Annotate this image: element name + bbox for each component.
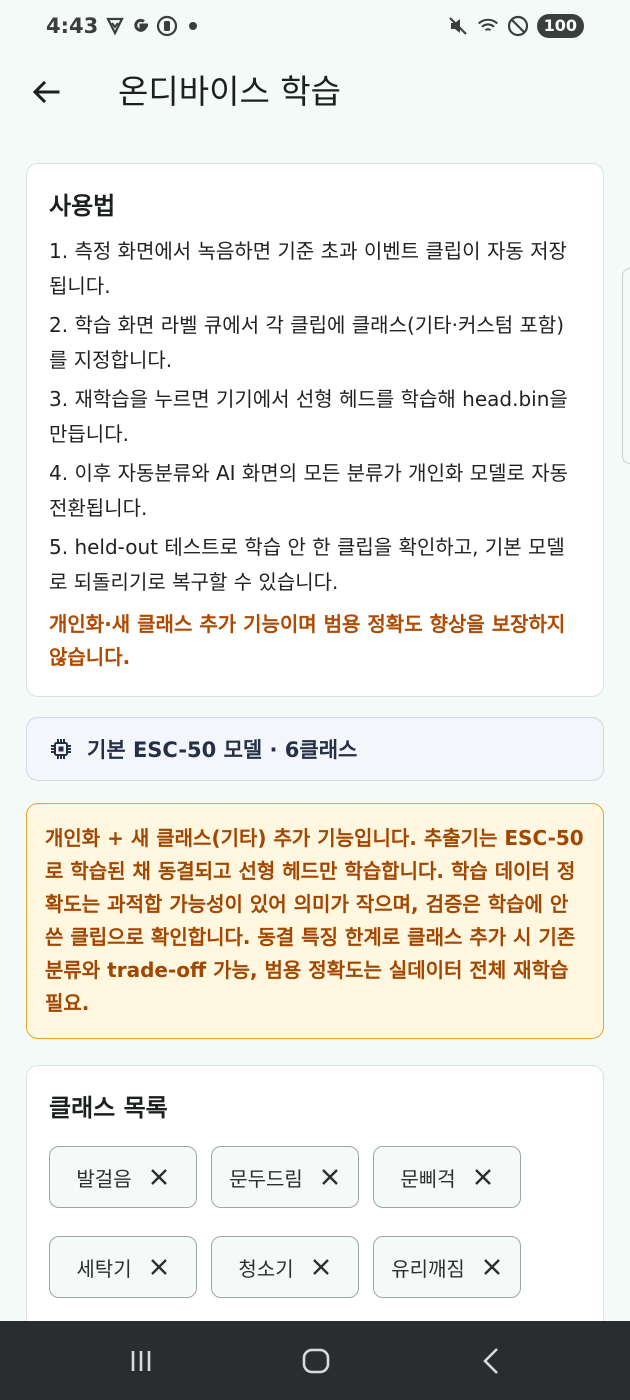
status-time: 4:43	[46, 14, 99, 38]
battery-level: 100	[536, 14, 584, 38]
usage-step-5: 5. held-out 테스트로 학습 안 한 클립을 확인하고, 기본 모델로…	[49, 535, 565, 594]
usage-step-2: 2. 학습 화면 라벨 큐에서 각 클립에 클래스(기타·커스텀 포함)를 지정…	[49, 313, 565, 372]
scrollbar[interactable]	[622, 268, 630, 464]
classes-card: 클래스 목록 발걸음 문두드림 문삐걱 세탁기 청소기 유리깨짐	[26, 1065, 604, 1329]
page-title: 온디바이스 학습	[118, 72, 342, 111]
class-chip-label: 유리깨짐	[391, 1256, 465, 1281]
class-chip[interactable]: 세탁기	[49, 1236, 197, 1298]
back-icon	[483, 1348, 498, 1374]
status-bar: 4:43 100	[0, 0, 630, 56]
class-chip-label: 발걸음	[76, 1166, 132, 1191]
badge-icon	[156, 14, 178, 38]
status-right-icons: 100	[447, 14, 584, 38]
home-icon	[302, 1348, 330, 1374]
recent-apps-button[interactable]	[121, 1341, 161, 1381]
close-icon[interactable]	[310, 1256, 332, 1278]
usage-title: 사용법	[49, 192, 116, 220]
close-icon[interactable]	[148, 1256, 170, 1278]
google-g-icon	[130, 14, 152, 38]
class-chip[interactable]: 문두드림	[211, 1146, 359, 1208]
close-icon[interactable]	[472, 1166, 494, 1188]
class-chip[interactable]: 발걸음	[49, 1146, 197, 1208]
navigation-bar	[0, 1321, 630, 1400]
usage-card: 사용법 1. 측정 화면에서 녹음하면 기준 초과 이벤트 클립이 자동 저장됩…	[26, 163, 604, 697]
close-icon[interactable]	[481, 1256, 503, 1278]
mute-icon	[447, 14, 469, 38]
usage-warning: 개인화·새 클래스 추가 기능이며 범용 정확도 향상을 보장하지 않습니다.	[49, 612, 566, 669]
back-button[interactable]	[24, 70, 68, 114]
do-not-disturb-icon	[507, 14, 529, 38]
chip-icon	[51, 739, 71, 759]
close-icon[interactable]	[319, 1166, 341, 1188]
class-chip[interactable]: 청소기	[211, 1236, 359, 1298]
class-chip-label: 청소기	[238, 1256, 294, 1281]
app-bar: 온디바이스 학습	[0, 56, 630, 128]
class-chip-label: 세탁기	[76, 1256, 132, 1281]
usage-step-3: 3. 재학습을 누르면 기기에서 선형 헤드를 학습해 head.bin을 만듭…	[49, 387, 568, 446]
class-chip[interactable]: 유리깨짐	[373, 1236, 521, 1298]
system-back-button[interactable]	[472, 1341, 512, 1381]
class-chip-list: 발걸음 문두드림 문삐걱 세탁기 청소기 유리깨짐	[49, 1146, 581, 1298]
model-info-card: 기본 ESC-50 모델 · 6클래스	[26, 717, 604, 781]
close-icon[interactable]	[148, 1166, 170, 1188]
wifi-icon	[477, 14, 499, 38]
notice-text: 개인화 + 새 클래스(기타) 추가 기능입니다. 추출기는 ESC-50로 학…	[45, 826, 584, 1015]
shield-check-icon	[104, 14, 126, 38]
notice-card: 개인화 + 새 클래스(기타) 추가 기능입니다. 추출기는 ESC-50로 학…	[26, 803, 604, 1039]
classes-title: 클래스 목록	[49, 1094, 168, 1122]
main-content: 사용법 1. 측정 화면에서 녹음하면 기준 초과 이벤트 클립이 자동 저장됩…	[26, 163, 604, 1329]
arrow-left-icon	[32, 80, 60, 104]
usage-step-4: 4. 이후 자동분류와 AI 화면의 모든 분류가 개인화 모델로 자동 전환됩…	[49, 461, 569, 520]
dot-icon	[182, 14, 204, 38]
model-label: 기본 ESC-50 모델 · 6클래스	[87, 738, 358, 762]
usage-step-1: 1. 측정 화면에서 녹음하면 기준 초과 이벤트 클립이 자동 저장됩니다.	[49, 239, 567, 298]
class-chip-label: 문두드림	[229, 1166, 303, 1191]
home-button[interactable]	[296, 1341, 336, 1381]
class-chip[interactable]: 문삐걱	[373, 1146, 521, 1208]
class-chip-label: 문삐걱	[400, 1166, 456, 1191]
status-left-icons	[104, 14, 204, 38]
recent-apps-icon	[131, 1351, 151, 1371]
